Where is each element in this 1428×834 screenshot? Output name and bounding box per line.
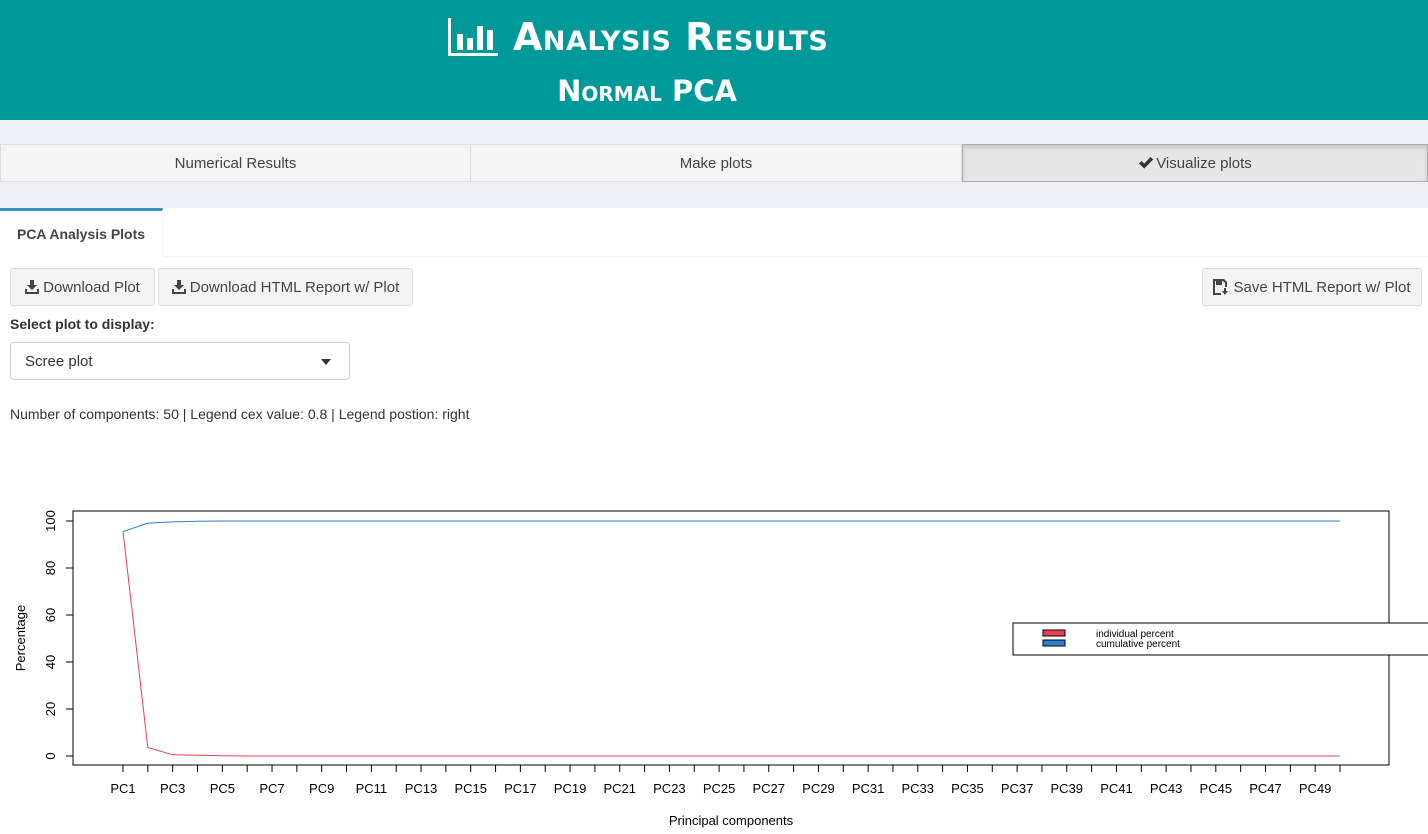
sub-tab-bar: PCA Analysis Plots	[0, 208, 1428, 257]
tab-visualize-plots[interactable]: Visualize plots	[962, 144, 1428, 182]
button-label: Download Plot	[43, 278, 140, 296]
legend-box	[1012, 622, 1428, 656]
x-tick-label: PC37	[1001, 781, 1034, 796]
tab-label: Visualize plots	[1156, 154, 1252, 172]
series-line-cumulative	[122, 520, 1340, 533]
y-tick-label: 80	[43, 561, 58, 575]
x-tick-label: PC5	[210, 781, 235, 796]
tab-label: Numerical Results	[174, 154, 297, 172]
y-tick-label: 40	[43, 655, 58, 669]
plot-settings-summary: Number of components: 50 | Legend cex va…	[10, 406, 470, 422]
page-subtitle: Normal PCA	[557, 74, 737, 108]
y-axis-title: Percentage	[13, 605, 28, 672]
x-tick-label: PC45	[1200, 781, 1233, 796]
y-tick-label: 100	[43, 510, 58, 532]
tab-make-plots[interactable]: Make plots	[471, 144, 962, 182]
scree-plot: 0 20 40 60 80 100 PC1 PC3 PC5 PC7 PC9 PC11 PC13 PC15 P…	[13, 510, 1428, 828]
plot-select-value: Scree plot	[25, 352, 93, 370]
legend-swatch	[1042, 629, 1066, 637]
legend-label: cumulative percent	[1096, 639, 1180, 650]
x-tick-label: PC31	[852, 781, 885, 796]
y-tick-label: 0	[43, 752, 58, 759]
bar-chart-icon	[448, 18, 498, 56]
button-label: Save HTML Report w/ Plot	[1233, 278, 1411, 296]
x-tick-label: PC41	[1100, 781, 1133, 796]
download-plot-button[interactable]: Download Plot	[10, 268, 155, 306]
x-tick-label: PC3	[160, 781, 185, 796]
x-tick-label: PC43	[1150, 781, 1183, 796]
x-tick-label: PC15	[454, 781, 487, 796]
x-tick-label: PC25	[703, 781, 736, 796]
x-tick-label: PC13	[405, 781, 438, 796]
legend-swatch	[1042, 639, 1066, 647]
x-axis-title: Principal components	[669, 813, 794, 828]
x-tick-label: PC29	[802, 781, 835, 796]
x-tick-label: PC35	[951, 781, 984, 796]
x-tick-label: PC19	[554, 781, 587, 796]
main-tab-bar: Numerical Results Make plots Visualize p…	[0, 144, 1428, 182]
tab-pca-analysis-plots[interactable]: PCA Analysis Plots	[0, 208, 163, 257]
x-tick-label: PC23	[653, 781, 686, 796]
tab-label: Make plots	[679, 154, 753, 172]
app-header: Analysis Results Normal PCA	[0, 0, 1428, 120]
save-html-report-button[interactable]: Save HTML Report w/ Plot	[1202, 268, 1422, 306]
download-icon	[171, 280, 186, 294]
plot-select-label: Select plot to display:	[10, 316, 155, 332]
x-tick-label: PC27	[752, 781, 785, 796]
y-tick-label: 60	[43, 608, 58, 622]
x-tick-label: PC49	[1299, 781, 1332, 796]
download-html-report-button[interactable]: Download HTML Report w/ Plot	[158, 268, 413, 306]
tab-numerical-results[interactable]: Numerical Results	[0, 144, 471, 182]
check-icon	[1139, 157, 1154, 169]
download-icon	[25, 280, 40, 294]
save-icon	[1213, 279, 1229, 295]
caret-down-icon	[321, 359, 331, 365]
plot-select[interactable]: Scree plot	[10, 342, 350, 380]
x-tick-label: PC7	[259, 781, 284, 796]
x-tick-label: PC21	[603, 781, 636, 796]
x-tick-label: PC1	[110, 781, 135, 796]
x-tick-label: PC47	[1249, 781, 1282, 796]
y-tick-label: 20	[43, 702, 58, 716]
button-label: Download HTML Report w/ Plot	[189, 278, 400, 296]
x-tick-label: PC33	[902, 781, 935, 796]
header-title: Analysis Results	[447, 12, 828, 62]
x-tick-label: PC17	[504, 781, 537, 796]
page-title: Analysis Results	[513, 15, 829, 59]
x-tick-label: PC39	[1051, 781, 1084, 796]
x-tick-label: PC9	[309, 781, 334, 796]
x-tick-label: PC11	[356, 781, 388, 796]
sub-tab-label: PCA Analysis Plots	[16, 226, 146, 242]
